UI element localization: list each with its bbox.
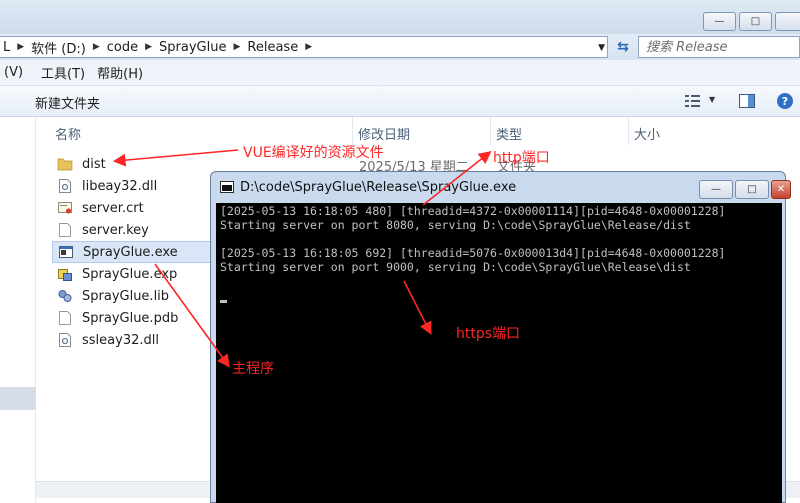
- crumb-separator-icon[interactable]: ▶: [93, 42, 100, 52]
- crumb-release[interactable]: Release: [247, 40, 298, 55]
- menu-view[interactable]: (V): [0, 65, 29, 80]
- column-size[interactable]: 大小: [634, 124, 660, 143]
- file-name: libeay32.dll: [82, 178, 158, 194]
- crumb-separator-icon[interactable]: ▶: [233, 42, 240, 52]
- annotation-main-program: 主程序: [232, 361, 274, 377]
- column-divider: [352, 117, 353, 145]
- search-input[interactable]: [646, 39, 799, 55]
- navigation-pane[interactable]: [0, 117, 36, 503]
- column-modified[interactable]: 修改日期: [358, 124, 410, 143]
- exe-file-icon: [59, 246, 73, 258]
- lib-file-icon: [58, 290, 72, 302]
- preview-pane-icon[interactable]: [738, 92, 756, 110]
- file-row-server-crt[interactable]: server.crt: [52, 197, 222, 219]
- file-name: server.crt: [82, 200, 144, 216]
- console-title-bar[interactable]: D:\code\SprayGlue\Release\SprayGlue.exe …: [211, 172, 791, 202]
- file-row-dist[interactable]: dist: [52, 153, 222, 175]
- address-path[interactable]: L ▶ 软件 (D:) ▶ code ▶ SprayGlue ▶ Release…: [0, 36, 608, 58]
- menu-help[interactable]: 帮助(H): [91, 63, 149, 82]
- file-row-sprayglue-exe[interactable]: SprayGlue.exe: [52, 241, 222, 263]
- svg-text:?: ?: [782, 95, 788, 108]
- crumb-separator-icon[interactable]: ▶: [305, 42, 312, 52]
- file-row-sprayglue-pdb[interactable]: SprayGlue.pdb: [52, 307, 222, 329]
- file-name: ssleay32.dll: [82, 332, 159, 348]
- column-divider: [628, 117, 629, 145]
- pdb-file-icon: [59, 311, 71, 325]
- console-maximize-button[interactable]: □: [735, 180, 769, 199]
- annotation-vue-resources: VUE编译好的资源文件: [243, 145, 384, 161]
- console-cursor: [220, 300, 227, 303]
- column-header: 名称 修改日期 类型 大小: [36, 117, 800, 145]
- console-line: Starting server on port 8080, serving D:…: [220, 218, 691, 232]
- crumb-separator-icon[interactable]: ▶: [145, 42, 152, 52]
- file-name: SprayGlue.lib: [82, 288, 170, 304]
- console-output[interactable]: [2025-05-13 16:18:05 480] [threadid=4372…: [216, 203, 782, 503]
- file-row-server-key[interactable]: server.key: [52, 219, 222, 241]
- crumb-code[interactable]: code: [107, 40, 138, 55]
- file-name: SprayGlue.exe: [83, 244, 178, 260]
- search-box: [638, 36, 800, 58]
- file-name: server.key: [82, 222, 149, 238]
- annotation-http-port: http端口: [493, 150, 550, 166]
- file-row-libeay32[interactable]: libeay32.dll: [52, 175, 222, 197]
- file-name: SprayGlue.pdb: [82, 310, 179, 326]
- console-line: [2025-05-13 16:18:05 692] [threadid=5076…: [220, 246, 726, 260]
- exp-file-icon: [58, 269, 72, 281]
- file-row-sprayglue-exp[interactable]: SprayGlue.exp: [52, 263, 222, 285]
- dll-file-icon: [59, 179, 71, 193]
- new-folder-button[interactable]: 新建文件夹: [35, 93, 100, 112]
- column-divider: [490, 117, 491, 145]
- console-minimize-button[interactable]: —: [699, 180, 733, 199]
- file-name: SprayGlue.exp: [82, 266, 178, 282]
- command-bar: 新建文件夹 ▼ ?: [0, 86, 800, 117]
- menu-tools[interactable]: 工具(T): [35, 63, 91, 82]
- console-title: D:\code\SprayGlue\Release\SprayGlue.exe: [240, 180, 517, 195]
- console-close-button[interactable]: ✕: [771, 180, 791, 199]
- minimize-button[interactable]: —: [703, 12, 736, 31]
- dll-file-icon: [59, 333, 71, 347]
- console-app-icon: [220, 181, 234, 193]
- explorer-title-bar: — □: [0, 0, 800, 34]
- column-name[interactable]: 名称: [55, 124, 81, 143]
- help-icon[interactable]: ?: [776, 92, 794, 110]
- address-dropdown-icon[interactable]: ▼: [598, 43, 605, 53]
- file-row-sprayglue-lib[interactable]: SprayGlue.lib: [52, 285, 222, 307]
- console-line: [2025-05-13 16:18:05 480] [threadid=4372…: [220, 204, 726, 218]
- view-dropdown-icon[interactable]: ▼: [709, 95, 715, 104]
- view-options-icon[interactable]: [684, 92, 702, 110]
- crumb-separator-icon[interactable]: ▶: [17, 42, 24, 52]
- blank-file-icon: [59, 223, 71, 237]
- maximize-button[interactable]: □: [739, 12, 772, 31]
- crumb-sprayglue[interactable]: SprayGlue: [159, 40, 226, 55]
- column-type[interactable]: 类型: [496, 124, 522, 143]
- certificate-file-icon: [58, 202, 72, 214]
- crumb-drive[interactable]: 软件 (D:): [31, 38, 86, 57]
- console-line: Starting server on port 9000, serving D:…: [220, 260, 691, 274]
- annotation-https-port: https端口: [456, 326, 521, 342]
- folder-icon: [57, 158, 73, 171]
- file-row-ssleay32[interactable]: ssleay32.dll: [52, 329, 222, 351]
- refresh-icon[interactable]: ⇆: [612, 38, 634, 56]
- file-name: dist: [82, 156, 106, 172]
- crumb-partial: L: [3, 39, 11, 55]
- menu-bar: (V) 工具(T) 帮助(H): [0, 60, 800, 86]
- nav-selected-item[interactable]: [0, 387, 36, 410]
- close-button[interactable]: [775, 12, 800, 31]
